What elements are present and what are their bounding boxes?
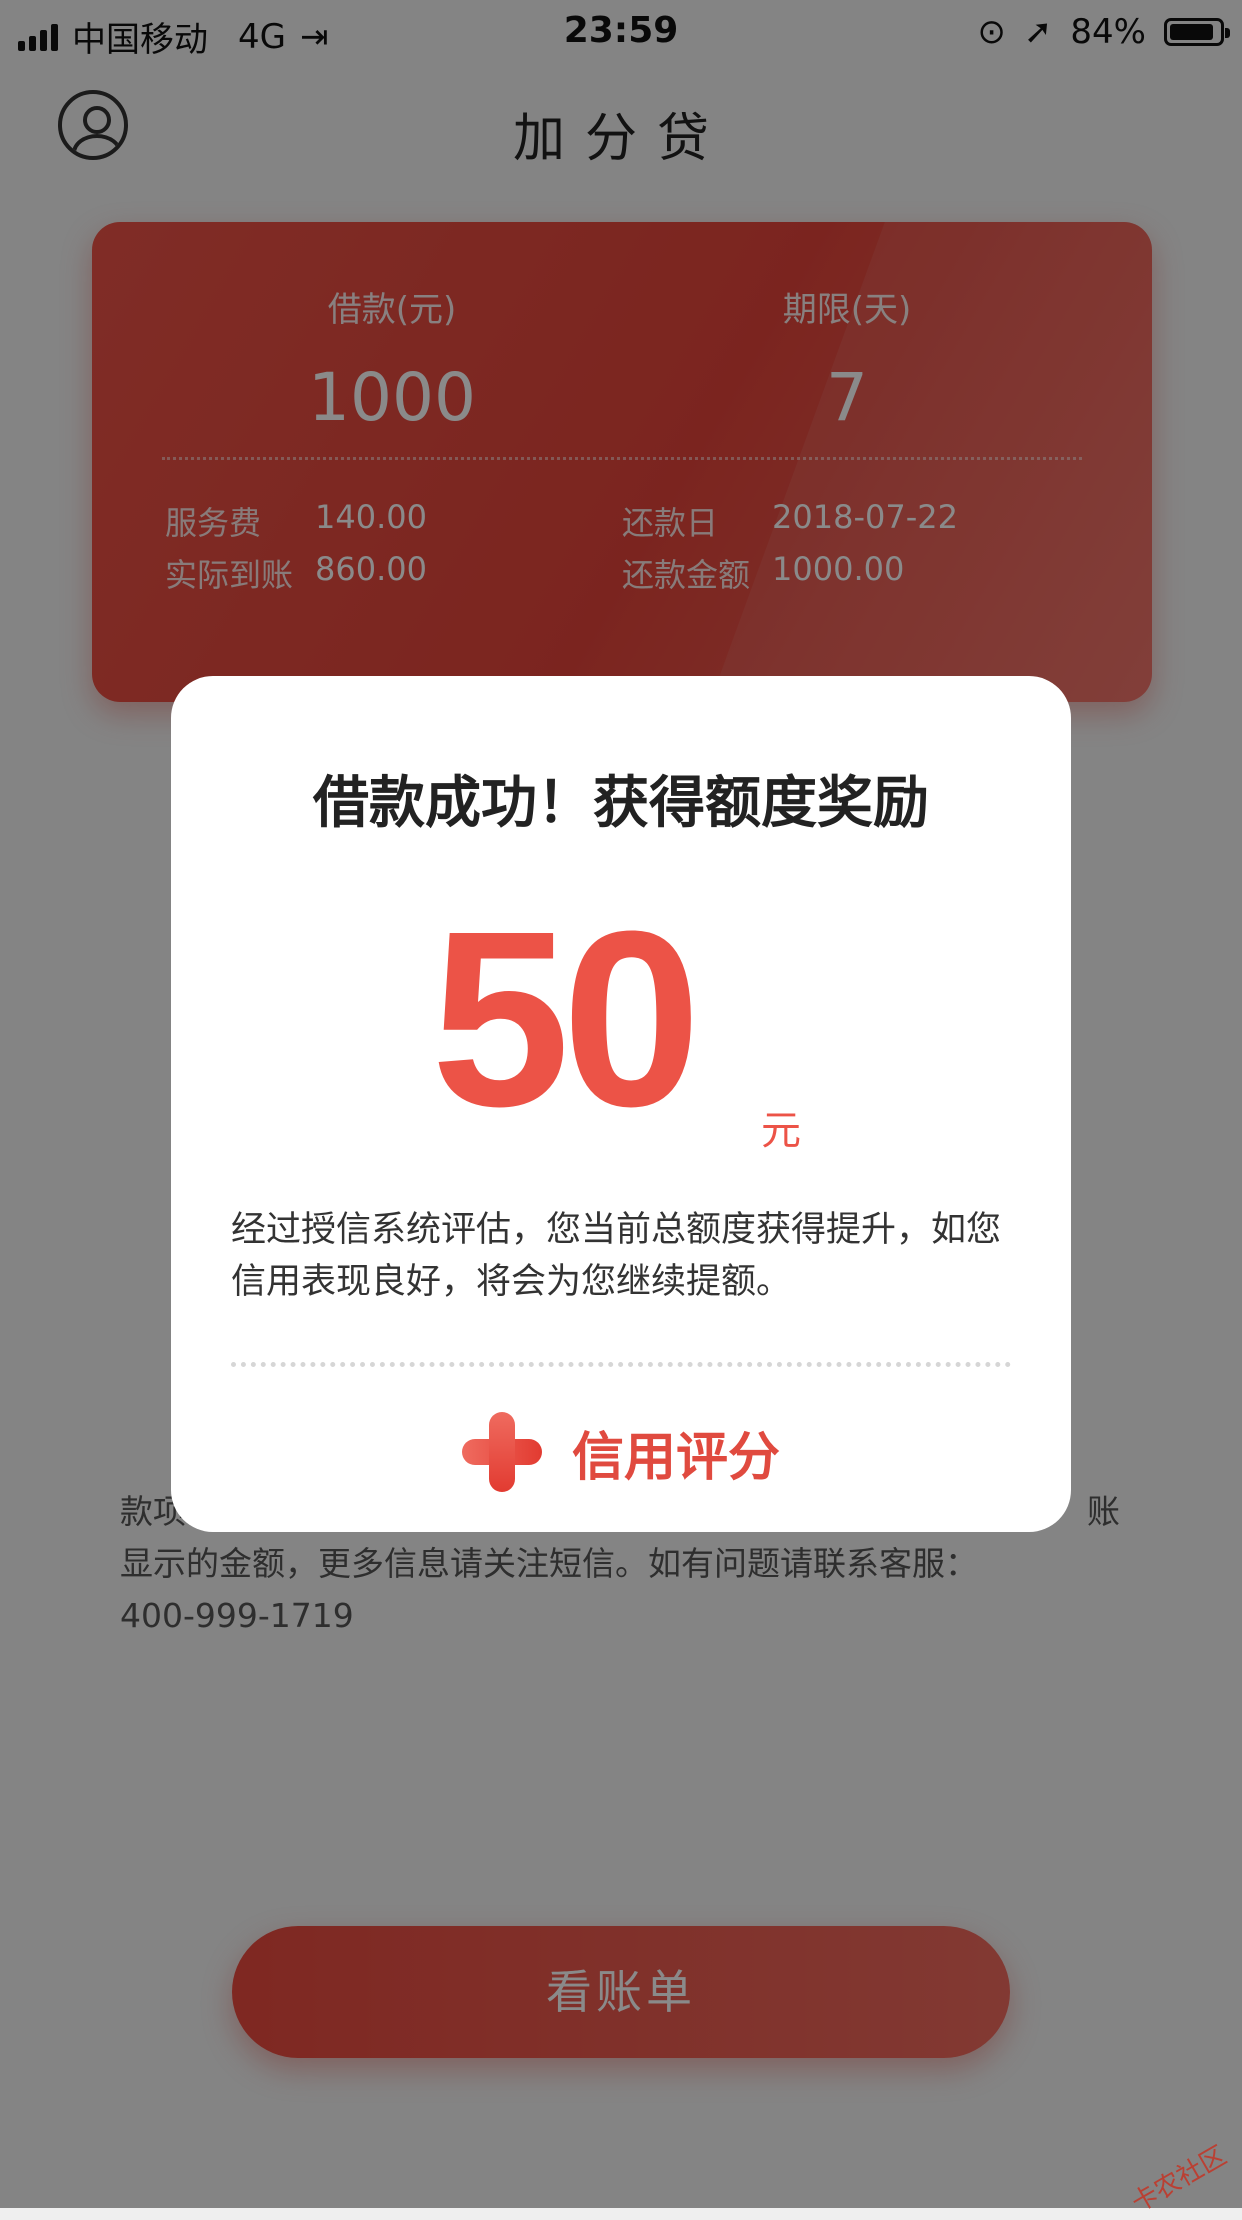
credit-score-button[interactable]: 信用评分 [171,1412,1071,1492]
reward-amount: 50 [431,879,701,1158]
credit-score-label: 信用评分 [571,1427,780,1488]
modal-title: 借款成功！获得额度奖励 [313,771,929,836]
reward-modal: 借款成功！获得额度奖励 50 元 经过授信系统评估，您当前总额度获得提升，如您信… [171,676,1071,1532]
modal-description: 经过授信系统评估，您当前总额度获得提升，如您信用表现良好，将会为您继续提额。 [231,1210,1002,1302]
modal-divider [231,1362,1011,1367]
reward-unit: 元 [761,1108,801,1154]
plus-icon [461,1412,542,1492]
